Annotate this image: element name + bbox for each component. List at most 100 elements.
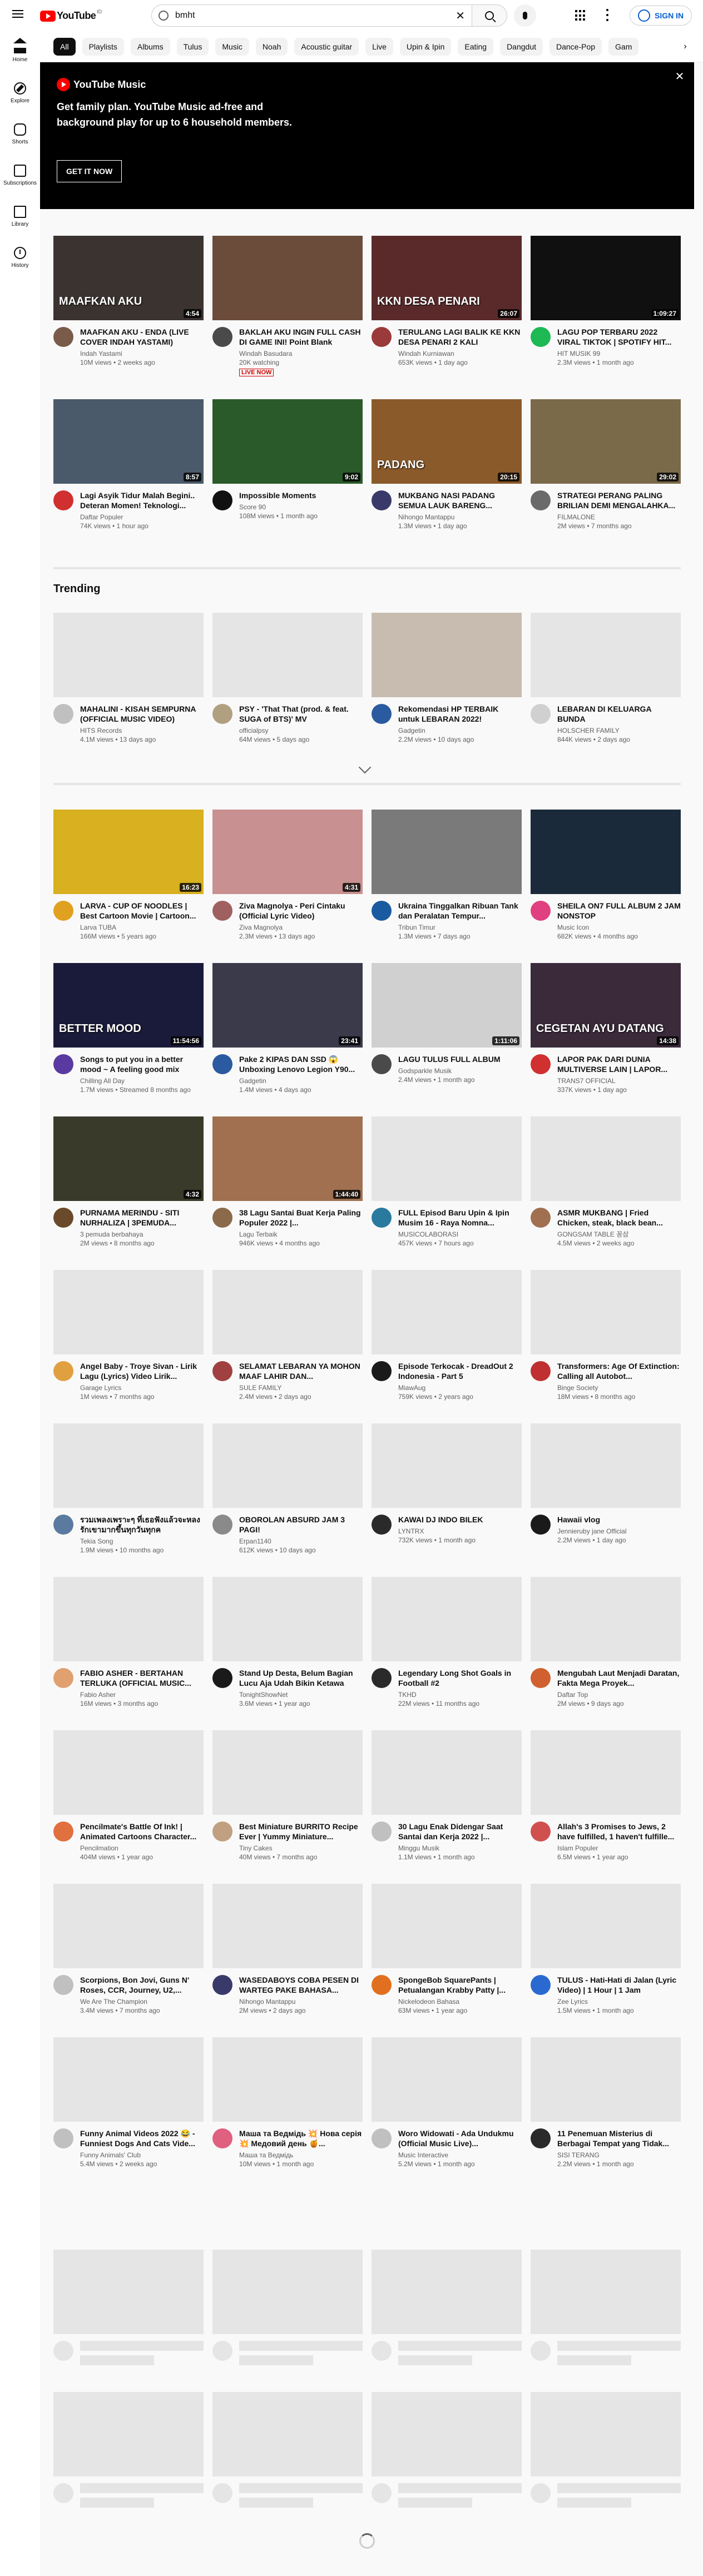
video-title[interactable]: BAKLAH AKU INGIN FULL CASH DI GAME INI! … <box>239 327 363 347</box>
video-title[interactable]: SHEILA ON7 FULL ALBUM 2 JAM NONSTOP <box>557 901 681 921</box>
video-title[interactable]: FULL Episod Baru Upin & Ipin Musim 16 - … <box>398 1208 522 1228</box>
video-title[interactable]: Impossible Moments <box>239 490 363 500</box>
channel-name[interactable]: SISI TERANG <box>557 2151 681 2160</box>
channel-name[interactable]: Garage Lyrics <box>80 1383 204 1392</box>
channel-name[interactable]: Erpan1140 <box>239 1537 363 1546</box>
channel-name[interactable]: Daftar Top <box>557 1690 681 1699</box>
video-title[interactable]: Ukraina Tinggalkan Ribuan Tank dan Peral… <box>398 901 522 921</box>
channel-name[interactable]: Tiny Cakes <box>239 1844 363 1853</box>
channel-avatar[interactable] <box>212 1208 232 1228</box>
channel-name[interactable]: Binge Society <box>557 1383 681 1392</box>
channel-name[interactable]: Lagu Terbaik <box>239 1230 363 1239</box>
video-title[interactable]: Angel Baby - Troye Sivan - Lirik Lagu (L… <box>80 1361 204 1381</box>
video-card[interactable]: 4:32 PURNAMA MERINDU - SITI NURHALIZA | 3… <box>53 1116 204 1248</box>
channel-avatar[interactable] <box>212 1975 232 1995</box>
channel-name[interactable]: Indah Yastami <box>80 349 204 358</box>
filter-chip[interactable]: Acoustic guitar <box>294 37 359 56</box>
video-thumbnail[interactable]: PADANG 20:15 <box>372 399 522 484</box>
channel-avatar[interactable] <box>372 490 392 510</box>
filter-chip[interactable]: All <box>53 37 76 56</box>
channel-name[interactable]: GONGSAM TABLE 꽁삼 <box>557 1230 681 1239</box>
channel-avatar[interactable] <box>372 1208 392 1228</box>
video-card[interactable]: Allah's 3 Promises to Jews, 2 have fulfi… <box>531 1730 681 1862</box>
channel-name[interactable]: Tekia Song <box>80 1537 204 1546</box>
close-icon[interactable]: ✕ <box>673 70 686 83</box>
video-card[interactable]: PSY - 'That That (prod. & feat. SUGA of … <box>212 613 363 744</box>
video-card[interactable]: 11 Penemuan Misterius di Berbagai Tempat… <box>531 2037 681 2168</box>
channel-name[interactable]: MUSICOLABORASI <box>398 1230 522 1239</box>
video-thumbnail[interactable] <box>53 1577 204 1661</box>
video-thumbnail[interactable] <box>372 2037 522 2122</box>
video-card[interactable]: Rekomendasi HP TERBAIK untuk LEBARAN 202… <box>372 613 522 744</box>
video-card[interactable]: 1:11:06 LAGU TULUS FULL ALBUM Godsparkle M… <box>372 963 522 1094</box>
channel-avatar[interactable] <box>372 1821 392 1842</box>
channel-avatar[interactable] <box>212 2128 232 2148</box>
video-thumbnail[interactable] <box>53 1423 204 1508</box>
video-card[interactable]: Hawaii vlog Jennieruby jane Official 2.2M … <box>531 1423 681 1555</box>
video-card[interactable]: 1:09:27 LAGU POP TERBARU 2022 VIRAL TIKTO… <box>531 236 681 377</box>
sidebar-item-shorts[interactable]: Shorts <box>0 113 40 155</box>
video-title[interactable]: Stand Up Desta, Belum Bagian Lucu Aja Ud… <box>239 1668 363 1688</box>
channel-name[interactable]: Minggu Musik <box>398 1844 522 1853</box>
sidebar-item-explore[interactable]: Explore <box>0 72 40 113</box>
video-card[interactable]: Funny Animal Videos 2022 😂 - Funniest Do… <box>53 2037 204 2168</box>
channel-avatar[interactable] <box>212 704 232 724</box>
sidebar-item-history[interactable]: History <box>0 237 40 278</box>
channel-name[interactable]: Маша та Ведмідь <box>239 2151 363 2160</box>
channel-avatar[interactable] <box>212 1668 232 1688</box>
video-title[interactable]: FABIO ASHER - BERTAHAN TERLUKA (OFFICIAL… <box>80 1668 204 1688</box>
channel-name[interactable]: Fabio Asher <box>80 1690 204 1699</box>
video-title[interactable]: Hawaii vlog <box>557 1515 681 1525</box>
channel-name[interactable]: LYNTRX <box>398 1527 522 1536</box>
video-thumbnail[interactable] <box>531 1730 681 1815</box>
video-thumbnail[interactable] <box>212 2037 363 2122</box>
video-title[interactable]: LARVA - CUP OF NOODLES | Best Cartoon Mo… <box>80 901 204 921</box>
channel-avatar[interactable] <box>212 1361 232 1381</box>
video-thumbnail[interactable]: 4:32 <box>53 1116 204 1201</box>
channel-avatar[interactable] <box>53 1361 73 1381</box>
video-card[interactable]: PADANG 20:15 MUKBANG NASI PADANG SEMUA LAU… <box>372 399 522 530</box>
channel-name[interactable]: Nihongo Mantappu <box>398 513 522 522</box>
sidebar-item-home[interactable]: Home <box>0 31 40 72</box>
channel-avatar[interactable] <box>531 901 551 921</box>
channel-avatar[interactable] <box>212 327 232 347</box>
video-card[interactable]: Legendary Long Shot Goals in Football #2… <box>372 1577 522 1708</box>
video-title[interactable]: LAGU TULUS FULL ALBUM <box>398 1054 522 1064</box>
channel-name[interactable]: MiawAug <box>398 1383 522 1392</box>
video-thumbnail[interactable] <box>531 2037 681 2122</box>
channel-avatar[interactable] <box>531 704 551 724</box>
channel-avatar[interactable] <box>212 1054 232 1074</box>
video-card[interactable]: OBOROLAN ABSURD JAM 3 PAGI! Erpan1140 612K… <box>212 1423 363 1555</box>
channel-name[interactable]: Ziva Magnolya <box>239 923 363 932</box>
video-card[interactable]: Stand Up Desta, Belum Bagian Lucu Aja Ud… <box>212 1577 363 1708</box>
sign-in-button[interactable]: SIGN IN <box>630 6 692 26</box>
channel-avatar[interactable] <box>53 1668 73 1688</box>
video-title[interactable]: LEBARAN DI KELUARGA BUNDA <box>557 704 681 724</box>
video-card[interactable]: FULL Episod Baru Upin & Ipin Musim 16 - … <box>372 1116 522 1248</box>
channel-name[interactable]: We Are The Champion <box>80 1997 204 2006</box>
video-card[interactable]: CEGETAN AYU DATANG 14:38 LAPOR PAK DARI DU… <box>531 963 681 1094</box>
channel-avatar[interactable] <box>53 1054 73 1074</box>
channel-name[interactable]: Chilling All Day <box>80 1076 204 1085</box>
channel-avatar[interactable] <box>531 1821 551 1842</box>
channel-avatar[interactable] <box>372 2128 392 2148</box>
video-card[interactable]: Transformers: Age Of Extinction: Calling… <box>531 1270 681 1401</box>
channel-avatar[interactable] <box>212 490 232 510</box>
video-thumbnail[interactable] <box>531 1423 681 1508</box>
video-title[interactable]: SELAMAT LEBARAN YA MOHON MAAF LAHIR DAN.… <box>239 1361 363 1381</box>
video-thumbnail[interactable] <box>212 1730 363 1815</box>
video-thumbnail[interactable]: 16:23 <box>53 810 204 894</box>
channel-avatar[interactable] <box>372 327 392 347</box>
video-thumbnail[interactable] <box>53 2037 204 2122</box>
channel-name[interactable]: Score 90 <box>239 503 363 512</box>
filter-chip[interactable]: Playlists <box>82 37 124 56</box>
channel-name[interactable]: Windah Basudara <box>239 349 363 358</box>
video-title[interactable]: SpongeBob SquarePants | Petualangan Krab… <box>398 1975 522 1995</box>
channel-name[interactable]: Tribun Timur <box>398 923 522 932</box>
filter-chip[interactable]: Upin & Ipin <box>399 37 452 56</box>
channel-name[interactable]: Pencilmation <box>80 1844 204 1853</box>
channel-avatar[interactable] <box>531 2128 551 2148</box>
channel-name[interactable]: SULE FAMILY <box>239 1383 363 1392</box>
video-thumbnail[interactable] <box>372 1116 522 1201</box>
channel-name[interactable]: TRANS7 OFFICIAL <box>557 1076 681 1085</box>
